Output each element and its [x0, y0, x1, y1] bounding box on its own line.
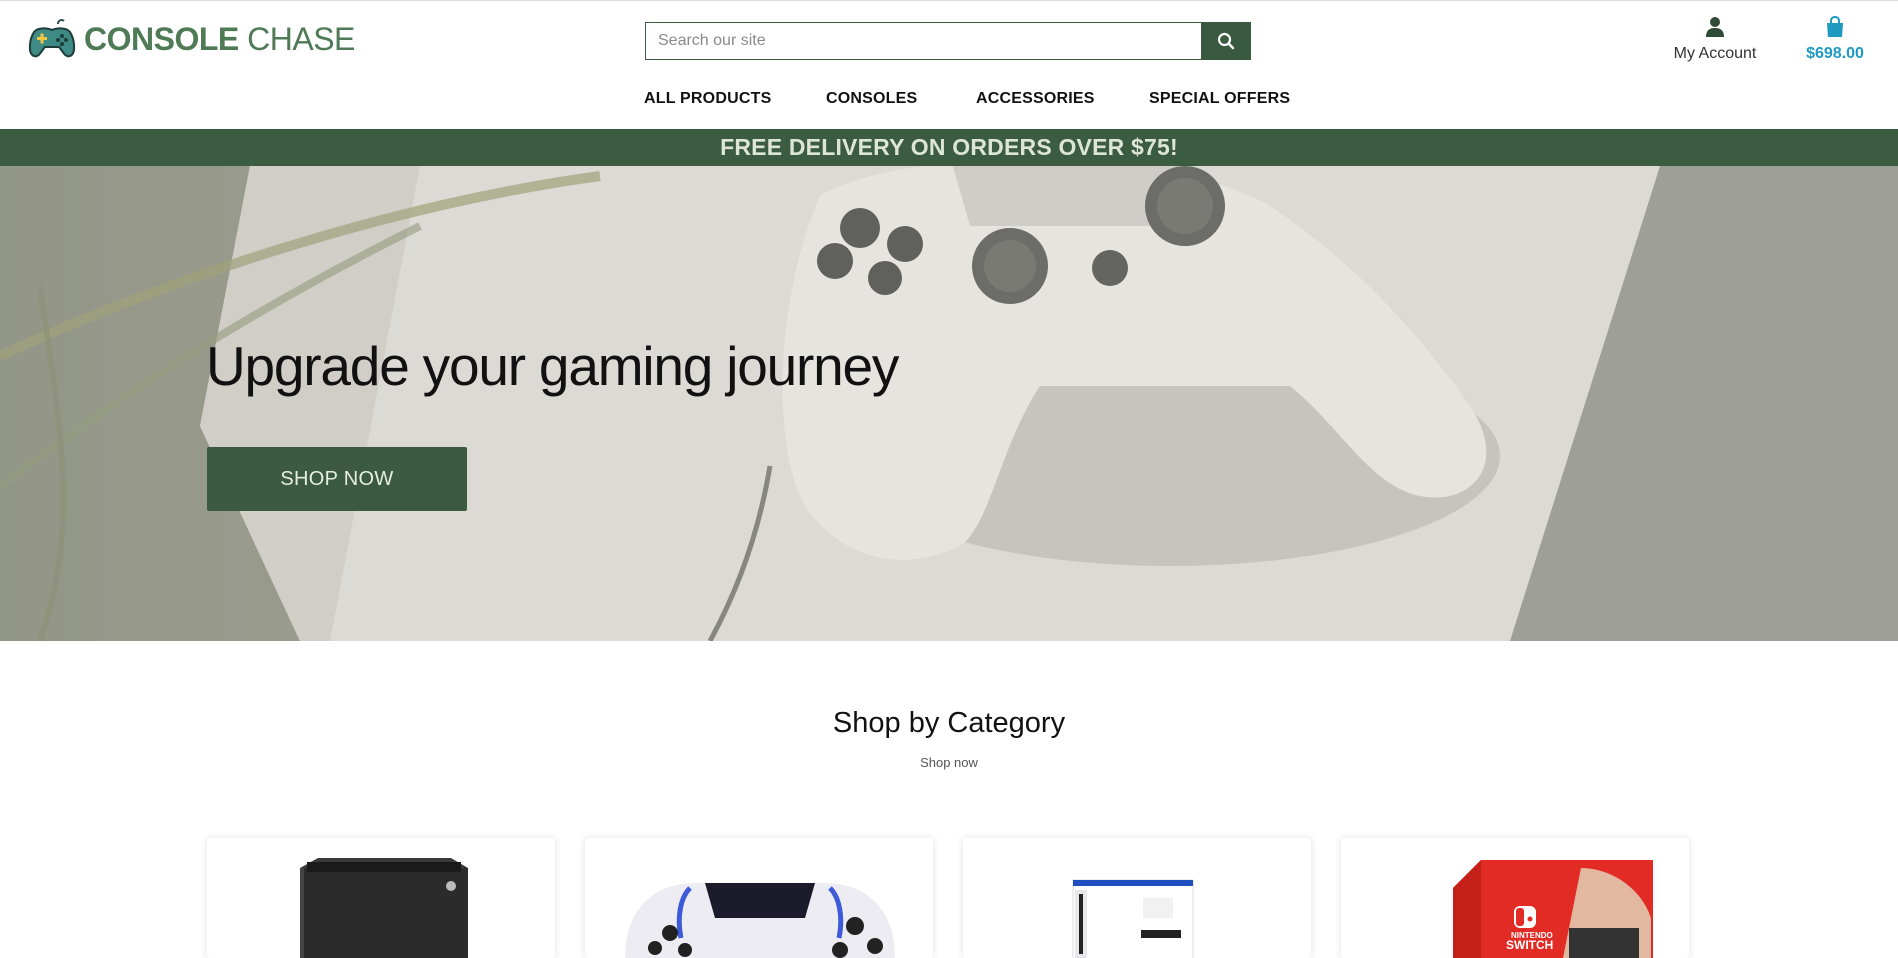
my-account-link[interactable]: My Account	[1660, 16, 1770, 63]
hero-title: Upgrade your gaming journey	[206, 335, 899, 397]
category-card-nintendo[interactable]: NINTENDO SWITCH	[1341, 838, 1689, 958]
search-input[interactable]	[646, 23, 1201, 59]
hero-section: Upgrade your gaming journey SHOP NOW	[0, 166, 1898, 641]
logo-brand-regular: CHASE	[247, 21, 355, 57]
logo-brand-bold: CONSOLE	[84, 21, 239, 57]
nav-item-consoles[interactable]: CONSOLES	[826, 90, 917, 108]
category-card-playstation[interactable]	[963, 838, 1311, 958]
shopping-bag-icon	[1827, 15, 1843, 37]
my-account-label: My Account	[1673, 45, 1757, 62]
search-button[interactable]	[1201, 23, 1250, 59]
promo-banner: FREE DELIVERY ON ORDERS OVER $75!	[0, 129, 1898, 166]
cart-total: $698.00	[1806, 45, 1864, 62]
site-logo[interactable]: CONSOLE CHASE	[28, 18, 355, 60]
hero-controller-image	[0, 166, 1898, 641]
switch-box-text-2: SWITCH	[1506, 938, 1553, 952]
category-card-xbox[interactable]	[207, 838, 555, 958]
ps5-controller-image	[625, 883, 895, 958]
nav-item-all-products[interactable]: ALL PRODUCTS	[644, 90, 771, 108]
main-nav: ALL PRODUCTS CONSOLES ACCESSORIES SPECIA…	[0, 90, 1898, 110]
category-card-controller[interactable]	[585, 838, 933, 958]
logo-wordmark: CONSOLE CHASE	[84, 23, 355, 55]
xbox-console-image	[300, 858, 468, 958]
nav-item-accessories[interactable]: ACCESSORIES	[976, 90, 1095, 108]
shop-now-button[interactable]: SHOP NOW	[207, 447, 467, 511]
search-bar	[645, 22, 1251, 60]
category-section-title: Shop by Category	[832, 707, 1066, 739]
category-section-subtitle[interactable]: Shop now	[0, 755, 1898, 770]
nintendo-switch-box-image: NINTENDO SWITCH	[1453, 860, 1653, 958]
user-icon	[1706, 17, 1724, 37]
search-icon	[1217, 32, 1234, 50]
ps5-slim-box-image	[1072, 879, 1194, 958]
gamepad-icon	[28, 19, 76, 58]
promo-banner-text: FREE DELIVERY ON ORDERS OVER $75!	[720, 134, 1178, 160]
nav-item-special-offers[interactable]: SPECIAL OFFERS	[1149, 90, 1290, 108]
top-border	[0, 0, 1898, 1]
cart-link[interactable]: $698.00	[1795, 15, 1875, 63]
